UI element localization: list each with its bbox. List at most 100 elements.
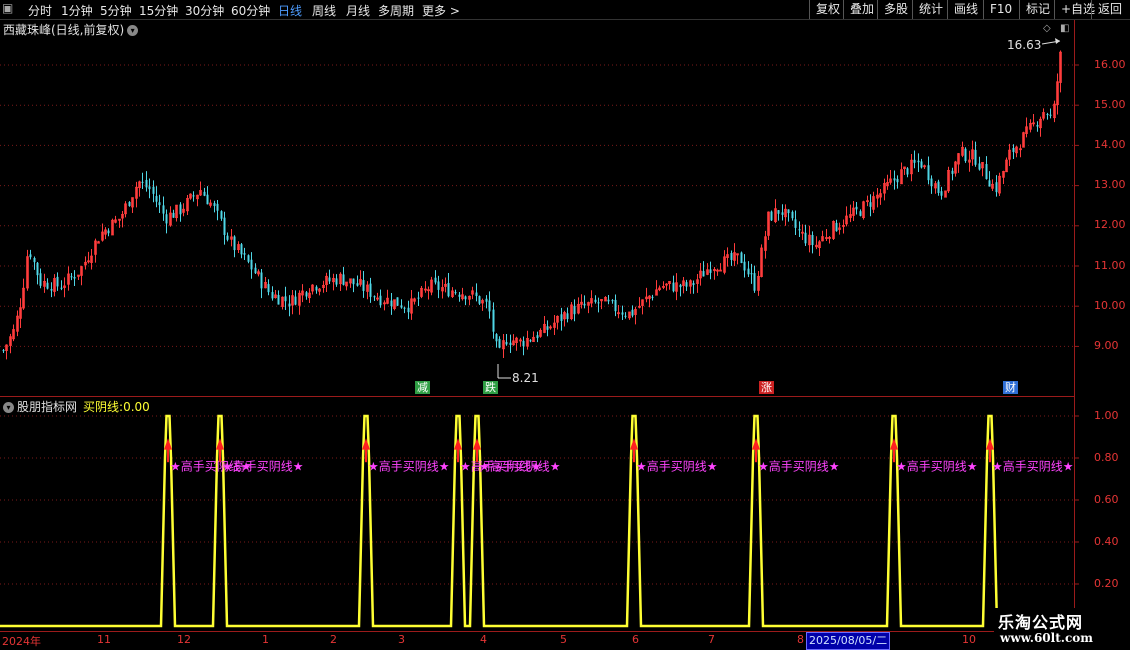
date-axis: 2024年 11 12 1 2 3 4 5 6 7 8 10 2025/08/0…: [0, 631, 1074, 650]
candle-body: [1046, 114, 1049, 116]
candle-body: [356, 283, 359, 286]
price-tick: 9.00: [1094, 339, 1119, 352]
candle-body: [621, 312, 624, 315]
candle-body: [335, 278, 338, 285]
candle-body: [1049, 114, 1052, 116]
price-tick: 12.00: [1094, 218, 1126, 231]
candle-body: [794, 219, 797, 228]
candle-body: [70, 276, 73, 278]
candle-body: [155, 195, 158, 202]
candle-body: [192, 195, 195, 197]
candle-body: [454, 292, 457, 294]
price-tick: 16.00: [1094, 58, 1126, 71]
candle-body: [536, 335, 539, 339]
candle-body: [478, 296, 481, 304]
candle-body: [162, 205, 165, 214]
candle-body: [1012, 147, 1015, 153]
candle-body: [672, 282, 675, 292]
watermark-url: www.60lt.com: [1000, 631, 1093, 645]
candle-body: [560, 314, 563, 321]
candle-body: [753, 273, 756, 291]
high-price-label: 16.63: [1007, 38, 1042, 52]
candle-body: [651, 296, 654, 298]
candle-body: [475, 292, 478, 297]
candle-body: [107, 230, 110, 234]
candle-body: [141, 181, 144, 183]
candle-body: [33, 257, 36, 263]
candle-body: [614, 299, 617, 312]
candle-body: [566, 313, 569, 319]
chevron-down-icon[interactable]: ▾: [3, 402, 14, 413]
candle-body: [920, 161, 923, 168]
candle-body: [29, 254, 32, 258]
candle-body: [804, 232, 807, 244]
candle-body: [495, 334, 498, 342]
candle-body: [362, 280, 365, 291]
candle-body: [267, 284, 270, 293]
candle-body: [781, 212, 784, 215]
candle-body: [685, 282, 688, 287]
signal-label: ★高手买阴线★: [479, 458, 561, 473]
candle-body: [284, 296, 287, 302]
candle-body: [906, 168, 909, 175]
candle-body: [1036, 124, 1039, 127]
event-badge-rise[interactable]: 涨: [759, 381, 774, 394]
candle-body: [315, 286, 318, 291]
candle-body: [73, 277, 76, 279]
candle-body: [937, 181, 940, 193]
candle-body: [56, 276, 59, 287]
candle-body: [777, 210, 780, 214]
candle-body: [607, 299, 610, 302]
price-axis-line: [1074, 20, 1075, 630]
panel-separator: [0, 396, 1074, 397]
candle-body: [2, 350, 5, 352]
signal-label: ★高手买阴线★: [222, 458, 304, 473]
candle-body: [172, 212, 175, 218]
main-chart-title: 西藏珠峰(日线,前复权) ▾: [3, 21, 139, 38]
kline-chart[interactable]: ★高手买阴线★ ★高手买阴线★ ★高手买阴线★ ★高手买阴线★ ★高手买阴线★ ★高手买阴…: [0, 0, 1130, 650]
candle-body: [855, 206, 858, 210]
diamond-icon[interactable]: ◇: [1043, 24, 1053, 34]
candle-body: [913, 159, 916, 163]
event-badge-reduce[interactable]: 减: [415, 381, 430, 394]
candle-body: [509, 342, 512, 345]
candle-body: [485, 298, 488, 302]
candle-body: [995, 182, 998, 193]
candle-body: [917, 160, 920, 163]
stock-title: 西藏珠峰(日线,前复权): [3, 23, 125, 37]
candle-body: [233, 236, 236, 251]
price-tick: 11.00: [1094, 259, 1126, 272]
watermark-title: 乐淘公式网: [998, 613, 1084, 632]
candle-body: [896, 178, 899, 183]
candle-body: [464, 296, 467, 300]
candle-body: [247, 255, 250, 262]
candle-body: [128, 202, 131, 207]
candle-body: [770, 211, 773, 221]
candle-body: [39, 273, 42, 286]
candle-body: [624, 315, 627, 317]
chevron-down-icon[interactable]: ▾: [127, 25, 139, 36]
candle-body: [369, 283, 372, 297]
candle-body: [529, 340, 532, 342]
high-arrow-head: [1055, 38, 1060, 44]
candle-body: [985, 164, 988, 179]
candle-body: [243, 253, 246, 255]
indicator-tick: 0.20: [1094, 577, 1119, 590]
candle-body: [165, 214, 168, 224]
panel-toggle-icon[interactable]: ◧: [1060, 24, 1070, 34]
candle-body: [379, 295, 382, 306]
candle-body: [437, 281, 440, 290]
candle-body: [611, 300, 614, 302]
indicator-tick: 0.60: [1094, 493, 1119, 506]
candle-body: [747, 268, 750, 275]
date-label: 11: [97, 633, 111, 646]
candle-body: [226, 235, 229, 240]
event-badge-finance[interactable]: 财: [1003, 381, 1018, 394]
event-badge-fall[interactable]: 跌: [483, 381, 498, 394]
candle-body: [203, 191, 206, 196]
candle-body: [434, 277, 437, 283]
candle-body: [730, 252, 733, 260]
candle-body: [447, 283, 450, 297]
candle-body: [573, 305, 576, 315]
indicator-value-name: 买阴线:: [83, 400, 124, 414]
